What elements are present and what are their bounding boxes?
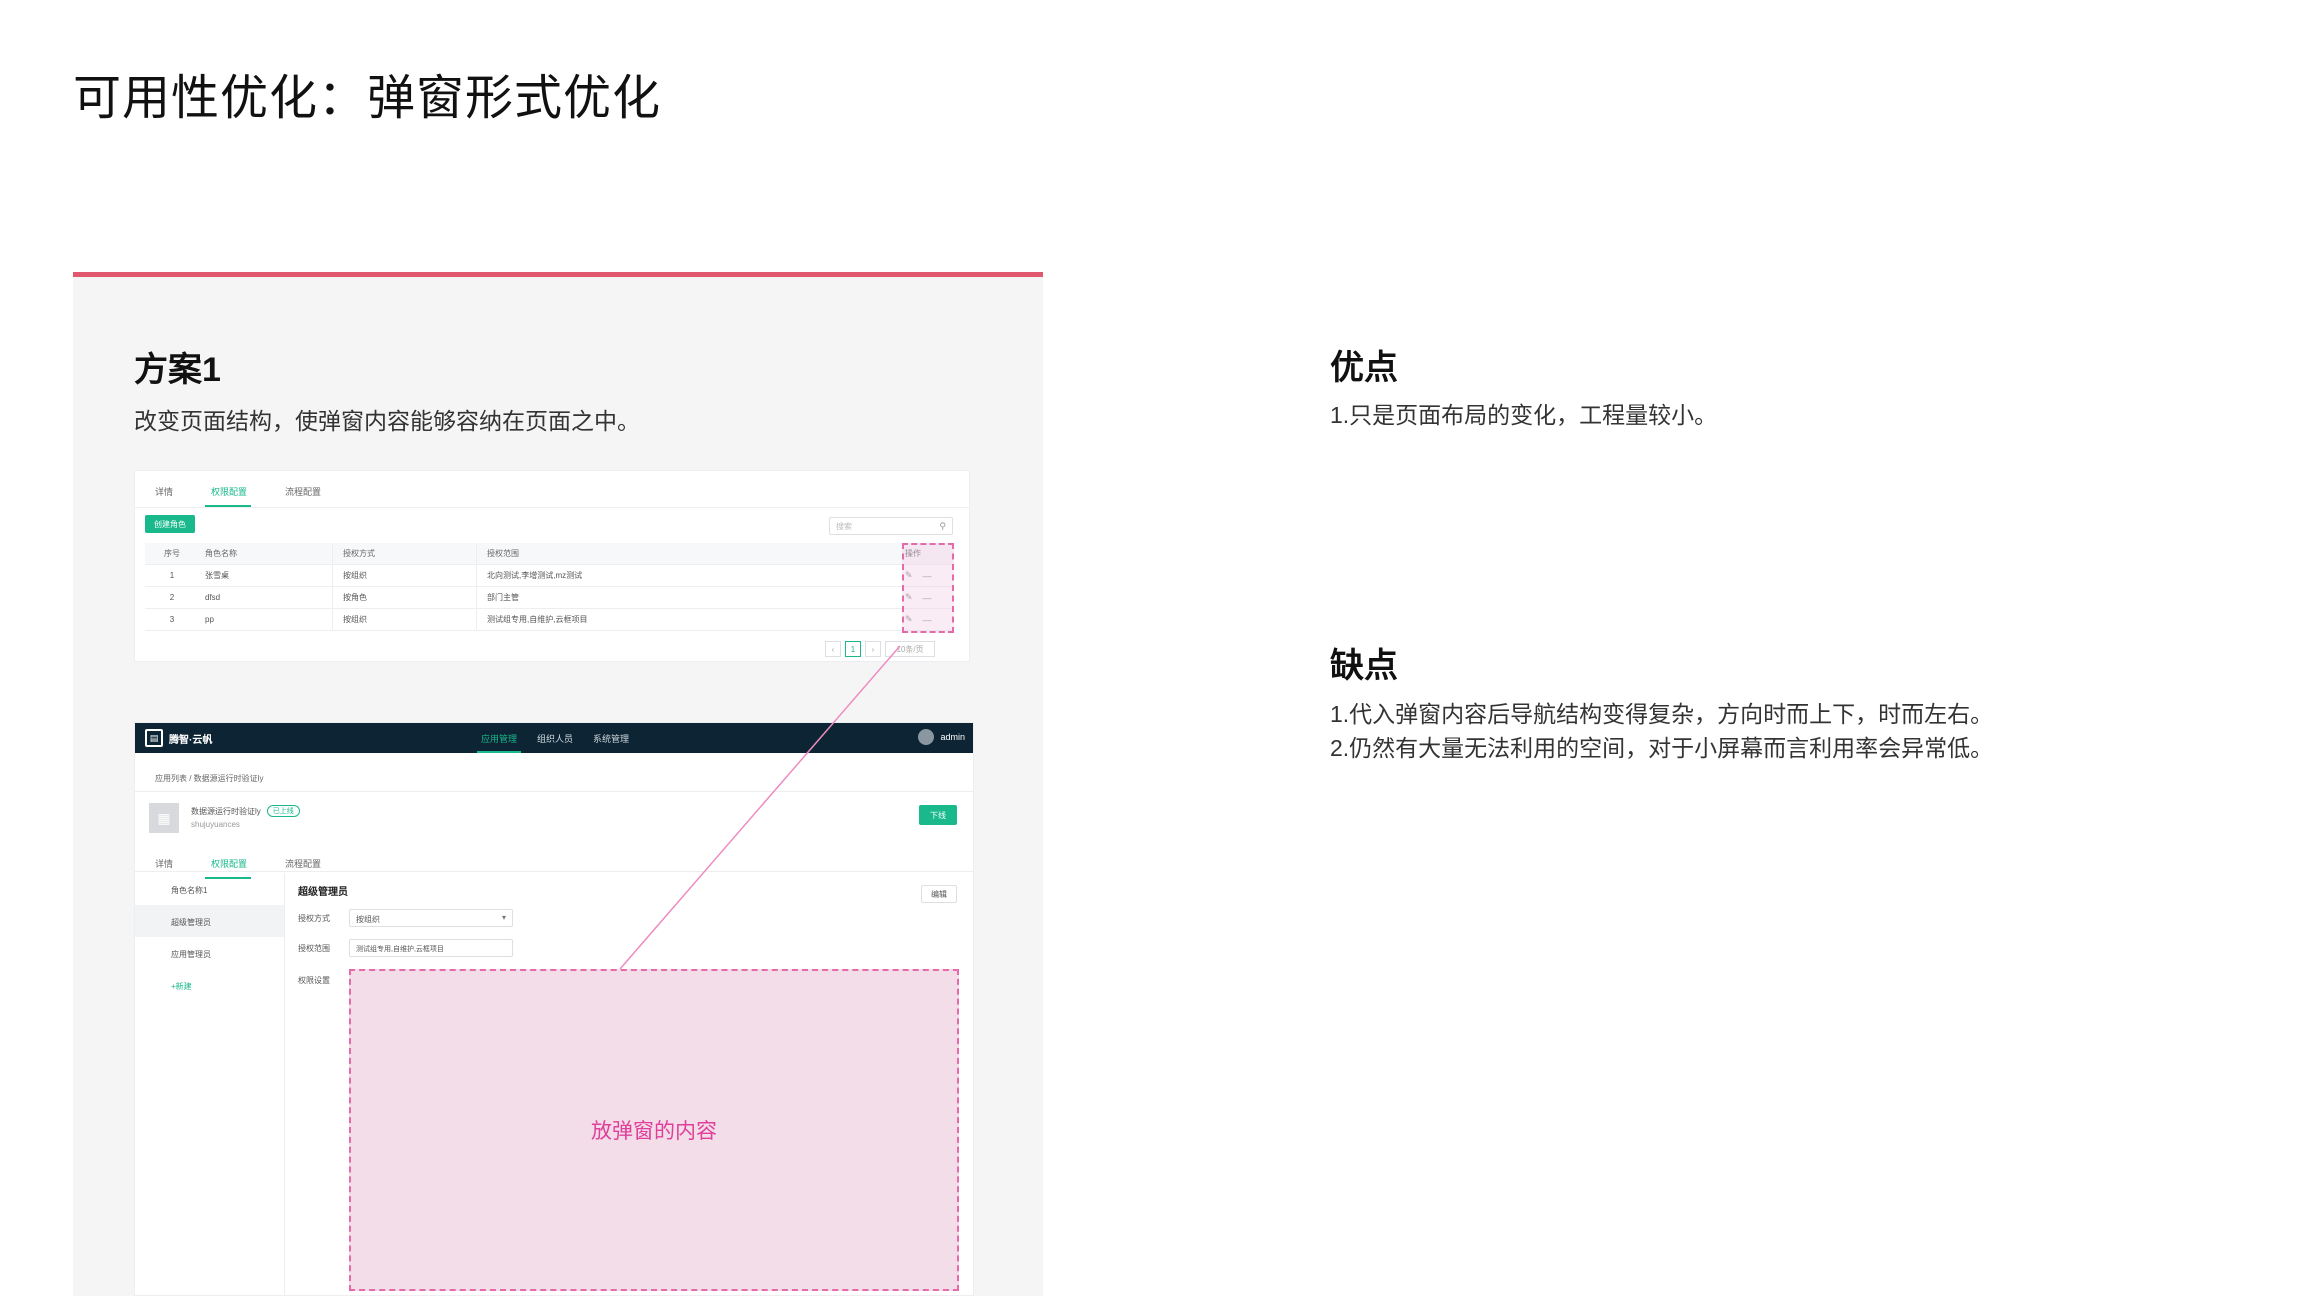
- create-role-button[interactable]: 创建角色: [145, 515, 195, 533]
- offline-button[interactable]: 下线: [919, 805, 957, 825]
- cell-auth-scope: 北向测试,李增测试,mz测试: [487, 571, 583, 580]
- page-number[interactable]: 1: [845, 641, 861, 657]
- col-role-name: 角色名称: [199, 543, 333, 564]
- cell-role-name: 张雪桌: [199, 565, 333, 586]
- actions-column-highlight: [902, 543, 954, 633]
- sidebar-item-super-admin[interactable]: 超级管理员: [135, 905, 284, 937]
- app-name: 数据源运行时验证ly: [191, 806, 261, 816]
- search-input[interactable]: 搜索 ⚲: [829, 517, 953, 535]
- col-index: 序号: [164, 549, 180, 558]
- prev-page-icon[interactable]: ‹: [825, 641, 841, 657]
- next-page-icon[interactable]: ›: [865, 641, 881, 657]
- cell-auth-scope: 部门主管: [487, 593, 519, 602]
- status-badge: 已上线: [266, 805, 300, 817]
- scheme-heading: 方案1: [134, 351, 221, 389]
- nav-org-members[interactable]: 组织人员: [527, 723, 583, 753]
- cell-index: 3: [169, 615, 175, 624]
- tab-bar: 详情 权限配置 流程配置: [135, 471, 339, 507]
- logo: ▤ 腾智·云帆: [145, 729, 212, 747]
- pros-item-1: 1.只是页面布局的变化，工程量较小。: [1330, 402, 1718, 428]
- popup-content-area: 放弹窗的内容: [349, 969, 959, 1291]
- avatar: [918, 729, 935, 745]
- tab-permissions[interactable]: 权限配置: [191, 471, 265, 507]
- permission-label: 权限设置: [298, 976, 330, 985]
- role-sidebar: 角色名称1 超级管理员 应用管理员 +新建: [135, 873, 285, 1295]
- chevron-down-icon: ▾: [501, 913, 506, 922]
- popup-placeholder: 放弹窗的内容: [591, 1120, 717, 1143]
- sidebar-add-role[interactable]: +新建: [135, 969, 284, 1001]
- search-placeholder: 搜索: [836, 522, 852, 531]
- user-menu[interactable]: admin: [918, 729, 965, 745]
- cons-item-2: 2.仍然有大量无法利用的空间，对于小屏幕而言利用率会异常低。: [1330, 735, 1994, 761]
- edit-button[interactable]: 编辑: [921, 885, 957, 903]
- divider: [135, 507, 969, 508]
- cell-auth-scope: 测试组专用,自维护,云框项目: [487, 615, 588, 624]
- divider: [135, 791, 973, 792]
- auth-mode-label: 授权方式: [298, 914, 330, 923]
- search-icon[interactable]: ⚲: [939, 521, 946, 532]
- tab-workflow[interactable]: 流程配置: [265, 471, 339, 503]
- cell-auth-mode: 按角色: [333, 587, 477, 608]
- auth-mode-select[interactable]: 按组织 ▾: [349, 909, 513, 927]
- pagination: ‹ 1 › 10条/页: [825, 641, 935, 657]
- pros-heading: 优点: [1330, 349, 1398, 387]
- main-nav: 应用管理 组织人员 系统管理: [471, 723, 639, 753]
- col-auth-scope: 授权范围: [487, 549, 519, 558]
- col-auth-mode: 授权方式: [333, 543, 477, 564]
- table-row: 1 张雪桌 按组织 北向测试,李增测试,mz测试 ✎ —: [145, 565, 953, 587]
- app-code: shujuyuances: [191, 820, 240, 829]
- panel-accent-bar: [73, 272, 1043, 277]
- sidebar-item-app-admin[interactable]: 应用管理员: [135, 937, 284, 969]
- nav-system-management[interactable]: 系统管理: [583, 723, 639, 753]
- divider: [135, 871, 973, 872]
- auth-scope-input[interactable]: 测试组专用,自维护,云框项目: [349, 939, 513, 957]
- screenshot-app-layout: ▤ 腾智·云帆 应用管理 组织人员 系统管理 admin 应用列表 / 数据源运…: [134, 722, 974, 1296]
- cons-heading: 缺点: [1330, 647, 1398, 685]
- table-header-row: 序号 角色名称 授权方式 授权范围 操作: [145, 543, 953, 565]
- auth-mode-value: 按组织: [356, 915, 380, 924]
- sidebar-item-role-1[interactable]: 角色名称1: [135, 873, 284, 905]
- app-title: 数据源运行时验证ly 已上线: [191, 805, 300, 817]
- scheme-description: 改变页面结构，使弹窗内容能够容纳在页面之中。: [134, 408, 640, 434]
- cell-index: 1: [169, 571, 175, 580]
- username: admin: [940, 732, 965, 742]
- tab-details[interactable]: 详情: [135, 471, 191, 503]
- table-row: 2 dfsd 按角色 部门主管 ✎ —: [145, 587, 953, 609]
- cons-item-1: 1.代入弹窗内容后导航结构变得复杂，方向时而上下，时而左右。: [1330, 701, 1994, 727]
- cell-auth-mode: 按组织: [333, 609, 477, 630]
- role-title: 超级管理员: [298, 887, 348, 898]
- logo-text: 腾智·云帆: [169, 734, 213, 746]
- app-grid-icon: ▦: [149, 803, 179, 833]
- nav-app-management[interactable]: 应用管理: [471, 723, 527, 753]
- top-nav-bar: ▤ 腾智·云帆 应用管理 组织人员 系统管理 admin: [135, 723, 973, 753]
- page-size-select[interactable]: 10条/页: [885, 641, 935, 657]
- cell-index: 2: [169, 593, 175, 602]
- logo-icon: ▤: [145, 729, 163, 747]
- screenshot-role-table: 详情 权限配置 流程配置 创建角色 搜索 ⚲ 序号 角色名称 授权方式 授权范围…: [134, 470, 970, 662]
- role-table: 序号 角色名称 授权方式 授权范围 操作 1 张雪桌 按组织 北向测试,李增测试…: [145, 543, 953, 631]
- cell-role-name: pp: [199, 609, 333, 630]
- table-row: 3 pp 按组织 测试组专用,自维护,云框项目 ✎ —: [145, 609, 953, 631]
- auth-scope-label: 授权范围: [298, 944, 330, 953]
- cell-auth-mode: 按组织: [333, 565, 477, 586]
- slide-title: 可用性优化：弹窗形式优化: [73, 72, 662, 125]
- cell-role-name: dfsd: [199, 587, 333, 608]
- breadcrumb[interactable]: 应用列表 / 数据源运行时验证ly: [155, 773, 263, 784]
